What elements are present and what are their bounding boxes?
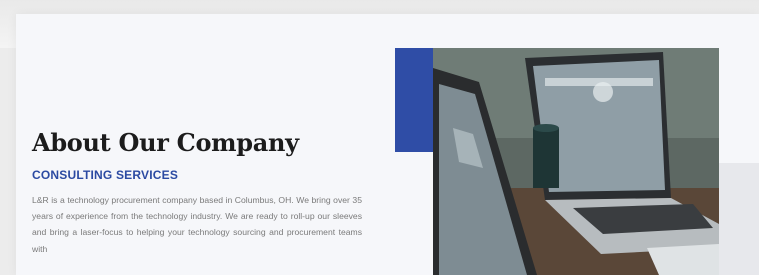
section-subheading: CONSULTING SERVICES [32, 168, 179, 182]
laptops-photo [433, 48, 719, 275]
decorative-panel [719, 163, 759, 275]
accent-block [395, 48, 435, 152]
laptops-illustration [433, 48, 719, 275]
about-paragraph: L&R is a technology procurement company … [32, 195, 362, 254]
section-heading: About Our Company [32, 128, 299, 157]
about-text-column: About Our Company CONSULTING SERVICES L&… [32, 124, 362, 272]
